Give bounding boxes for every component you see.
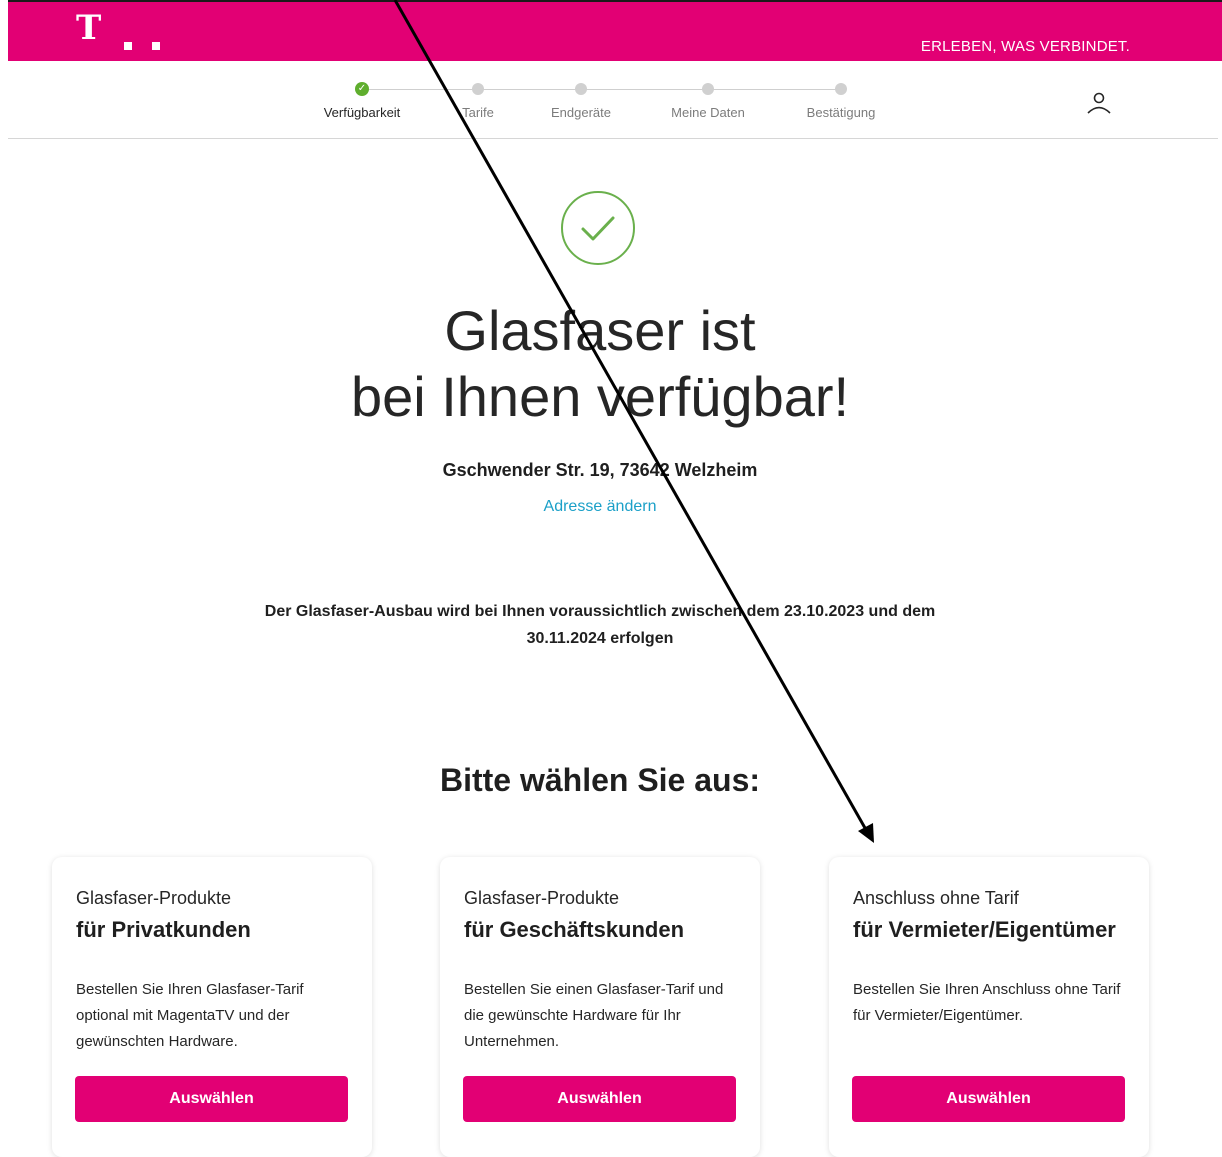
select-button-private[interactable]: Auswählen — [75, 1076, 348, 1122]
step-label: Verfügbarkeit — [323, 105, 401, 120]
step-label: Endgeräte — [551, 105, 611, 120]
checkout-stepper: ✓ Verfügbarkeit Tarife Endgeräte Meine D… — [0, 80, 1222, 130]
step-dot — [835, 83, 847, 95]
card-title: für Geschäftskunden — [464, 917, 685, 942]
card-kicker: Glasfaser-Produkte — [464, 888, 620, 908]
logo-dot — [124, 42, 132, 50]
logo-dot — [152, 42, 160, 50]
check-circle-icon — [561, 191, 635, 265]
card-landlords: Anschluss ohne Tarif für Vermieter/Eigen… — [829, 857, 1149, 1157]
card-title: für Vermieter/Eigentümer — [853, 917, 1116, 942]
step-connector — [708, 89, 841, 90]
step-dot — [575, 83, 587, 95]
card-private-customers: Glasfaser-Produkte für Privatkunden Best… — [52, 857, 372, 1157]
user-icon[interactable] — [1085, 88, 1113, 116]
top-header: T ERLEBEN, WAS VERBINDET. — [8, 0, 1222, 61]
selection-title: Bitte wählen Sie aus: — [439, 762, 761, 798]
step-label: Meine Daten — [671, 105, 745, 120]
select-button-landlords[interactable]: Auswählen — [852, 1076, 1125, 1122]
select-button-business[interactable]: Auswählen — [463, 1076, 736, 1122]
card-description: Bestellen Sie einen Glasfaser-Tarif und … — [464, 981, 724, 1050]
rollout-info: Der Glasfaser-Ausbau wird bei Ihnen vora… — [264, 603, 936, 647]
header-divider — [8, 138, 1218, 139]
step-connector — [478, 89, 581, 90]
card-kicker: Anschluss ohne Tarif — [853, 888, 1019, 908]
card-description: Bestellen Sie Ihren Glasfaser-Tarif opti… — [76, 981, 304, 1050]
change-address-link[interactable]: Adresse ändern — [0, 498, 1200, 516]
availability-headline: Glasfaser ist bei Ihnen verfügbar! — [0, 298, 1200, 430]
step-dot — [472, 83, 484, 95]
headline-line-1: Glasfaser ist — [444, 299, 756, 362]
brand-slogan: ERLEBEN, WAS VERBINDET. — [920, 38, 1130, 55]
step-label: Tarife — [462, 105, 494, 120]
card-title: für Privatkunden — [76, 917, 251, 942]
logo-t-letter: T — [76, 8, 102, 48]
step-connector — [362, 89, 478, 90]
step-connector — [581, 89, 708, 90]
card-business-customers: Glasfaser-Produkte für Geschäftskunden B… — [440, 857, 760, 1157]
step-dot — [702, 83, 714, 95]
headline-line-2: bei Ihnen verfügbar! — [350, 365, 850, 428]
address-text: Gschwender Str. 19, 73642 Welzheim — [442, 460, 758, 480]
card-kicker: Glasfaser-Produkte — [76, 888, 232, 908]
step-label: Bestätigung — [806, 105, 876, 120]
card-description: Bestellen Sie Ihren Anschluss ohne Tarif… — [853, 981, 1121, 1024]
checkmark-icon: ✓ — [355, 82, 369, 96]
telekom-logo[interactable]: T — [76, 8, 176, 62]
